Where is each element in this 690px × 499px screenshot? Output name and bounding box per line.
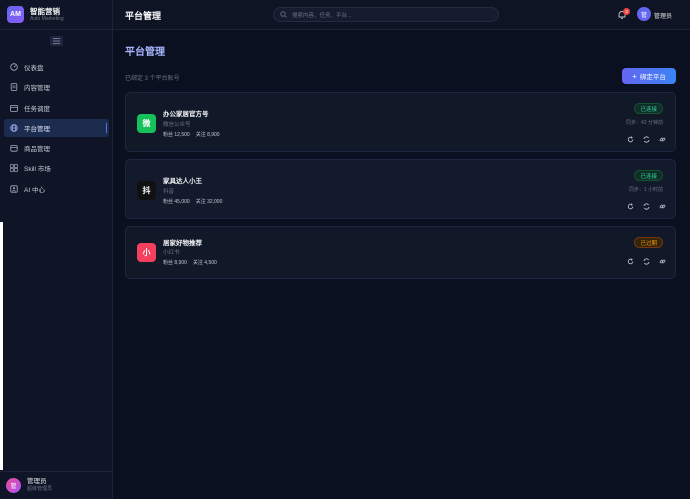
platform-type: 微信公众号 (163, 122, 191, 128)
user-name[interactable]: 管理员 (654, 11, 672, 20)
card-actions (619, 134, 667, 144)
sidebar-item-label: 平台管理 (24, 125, 50, 133)
avatar: 管 (6, 478, 21, 493)
status-badge: 已连接 (634, 170, 663, 181)
grid-icon (10, 164, 18, 173)
main-content: 平台管理 已绑定 3 个平台账号 + 绑定平台 微 办公家居官方号 微信公众号 … (113, 30, 690, 499)
sidebar-item-platforms[interactable]: 平台管理 (4, 118, 109, 137)
sidebar-item-tasks[interactable]: 任务调度 (4, 99, 109, 117)
bound-count-text: 已绑定 3 个平台账号 (125, 76, 180, 82)
platform-card[interactable]: 小 居家好物推荐 小红书 粉丝 8,900 关注 4,500 已过期 (125, 226, 676, 279)
user-name: 管理员 (27, 478, 47, 485)
wechat-icon: 微 (137, 114, 156, 133)
sync-time: 同步：42 分钟前 (626, 120, 663, 126)
window-edge-strip (0, 222, 3, 470)
status-badge: 已连接 (634, 103, 663, 114)
fans-count: 粉丝 45,000 (163, 199, 190, 205)
platform-card[interactable]: 微 办公家居官方号 微信公众号 粉丝 12,500 关注 8,900 已连接 同步… (125, 92, 676, 152)
brand-logo: AM (7, 6, 24, 23)
xiaohongshu-icon: 小 (137, 243, 156, 262)
bind-platform-label: 绑定平台 (639, 74, 666, 81)
sidebar-collapse-button[interactable] (50, 36, 63, 46)
document-icon (10, 83, 18, 92)
sync-icon[interactable] (641, 201, 651, 211)
box-icon (10, 144, 18, 152)
sync-icon[interactable] (641, 134, 651, 144)
card-actions (619, 201, 667, 211)
user-role: 超级管理员 (27, 486, 53, 492)
refresh-icon[interactable] (625, 201, 635, 211)
globe-icon (10, 124, 18, 132)
follow-count: 关注 32,000 (195, 199, 223, 205)
sidebar-nav: 仪表盘 内容管理 任务调度 平台管理 商品管理 Skill 市场 AI 中心 (4, 58, 109, 200)
sidebar-item-dashboard[interactable]: 仪表盘 (4, 58, 109, 76)
platform-card[interactable]: 抖 家具达人小王 抖音 粉丝 45,000 关注 32,000 已连接 同步：1 … (125, 159, 676, 219)
sidebar: AM 智能营销 Auto Marketing 仪表盘 内容管理 任务调度 平台管… (0, 0, 113, 499)
fans-count: 粉丝 12,500 (163, 132, 190, 138)
sidebar-item-skills[interactable]: Skill 市场 (4, 159, 109, 177)
brand-subtitle: Auto Marketing (30, 15, 64, 22)
calendar-icon (10, 104, 18, 112)
sidebar-user[interactable]: 管 管理员 超级管理员 (0, 471, 113, 499)
sidebar-item-label: 任务调度 (24, 105, 50, 113)
fans-count: 粉丝 8,900 (163, 260, 187, 266)
brand-name: 智能营销 (30, 6, 60, 16)
platform-type: 抖音 (163, 189, 175, 195)
link-icon[interactable] (657, 201, 667, 211)
dashboard-icon (10, 63, 18, 71)
link-icon[interactable] (657, 134, 667, 144)
sidebar-item-products[interactable]: 商品管理 (4, 139, 109, 157)
card-actions (619, 256, 667, 266)
sidebar-item-content[interactable]: 内容管理 (4, 78, 109, 96)
follow-count: 关注 8,900 (195, 132, 220, 138)
platform-type: 小红书 (163, 250, 180, 256)
platform-name: 办公家居官方号 (163, 110, 209, 118)
platform-stats: 粉丝 12,500 关注 8,900 (163, 131, 220, 138)
brand[interactable]: AM 智能营销 Auto Marketing (0, 0, 113, 30)
sidebar-item-label: AI 中心 (24, 186, 45, 194)
menu-icon (53, 38, 60, 44)
search-input[interactable]: 搜索内容、任务、平台... (273, 7, 499, 22)
topbar: 平台管理 搜索内容、任务、平台... 3 管 管理员 (113, 0, 690, 30)
status-badge: 已过期 (634, 237, 663, 248)
search-placeholder: 搜索内容、任务、平台... (292, 12, 352, 19)
platform-name: 家具达人小王 (163, 177, 202, 185)
platform-stats: 粉丝 8,900 关注 4,500 (163, 259, 217, 266)
ai-icon (10, 185, 18, 193)
brand-text: 智能营销 Auto Marketing (30, 7, 64, 23)
app-root: AM 智能营销 Auto Marketing 仪表盘 内容管理 任务调度 平台管… (0, 0, 690, 499)
bind-platform-button[interactable]: + 绑定平台 (622, 68, 676, 84)
user-meta: 管理员 超级管理员 (27, 478, 52, 493)
refresh-icon[interactable] (625, 134, 635, 144)
avatar[interactable]: 管 (637, 7, 651, 21)
sidebar-item-label: Skill 市场 (24, 166, 51, 174)
platform-name: 居家好物推荐 (163, 239, 202, 247)
sidebar-item-label: 商品管理 (24, 146, 50, 154)
douyin-icon: 抖 (137, 181, 156, 200)
link-icon[interactable] (657, 256, 667, 266)
section-title: 平台管理 (125, 47, 165, 58)
sync-time: 同步：1 小时前 (628, 187, 663, 193)
sync-icon[interactable] (641, 256, 651, 266)
sidebar-item-label: 仪表盘 (24, 65, 44, 72)
search-icon (280, 11, 287, 18)
sidebar-item-ai[interactable]: AI 中心 (4, 180, 109, 198)
follow-count: 关注 4,500 (192, 260, 217, 266)
page-title: 平台管理 (125, 11, 162, 21)
plus-icon: + (632, 71, 637, 81)
platform-stats: 粉丝 45,000 关注 32,000 (163, 198, 222, 205)
notification-badge: 3 (623, 8, 630, 15)
sidebar-item-label: 内容管理 (24, 85, 50, 93)
refresh-icon[interactable] (625, 256, 635, 266)
